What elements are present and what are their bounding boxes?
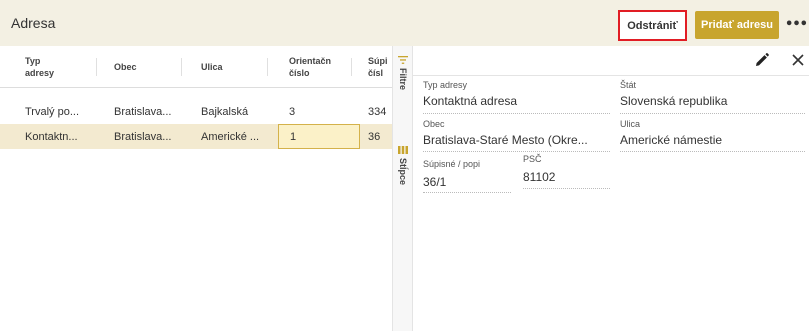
- field-label-city: Obec: [423, 119, 445, 129]
- columns-tab[interactable]: Stĺpce: [398, 158, 408, 185]
- address-grid: Typ adresy Obec Ulica Orientačn číslo Súpi…: [0, 46, 392, 331]
- field-value-city[interactable]: Bratislava-Staré Mesto (Okre...: [423, 133, 610, 147]
- pencil-icon[interactable]: [755, 53, 769, 67]
- cell-orientation-number: 3: [289, 105, 296, 118]
- field-value-street[interactable]: Americké námestie: [620, 133, 805, 147]
- column-header-orientation-number[interactable]: Orientačn číslo: [289, 46, 339, 88]
- side-tool-strip: Filtre Stĺpce: [392, 46, 413, 331]
- field-underline: [523, 188, 610, 189]
- columns-icon[interactable]: [398, 145, 408, 155]
- field-value-registry-number[interactable]: 36/1: [423, 175, 513, 189]
- field-label-street: Ulica: [620, 119, 641, 129]
- field-label-state: Štát: [620, 80, 637, 90]
- page-title: Adresa: [11, 15, 56, 31]
- detail-header: [413, 46, 809, 76]
- filters-tab[interactable]: Filtre: [398, 68, 408, 90]
- cell-city: Bratislava...: [114, 105, 172, 118]
- column-header-label: Ulica: [201, 62, 223, 72]
- column-separator[interactable]: [96, 58, 97, 76]
- column-header-registry-number[interactable]: Súpi čísl: [368, 46, 392, 88]
- table-row-selected[interactable]: Kontaktn... Bratislava... Americké ... 1…: [0, 124, 392, 149]
- field-underline: [620, 151, 805, 152]
- field-label-registry-number: Súpisné / popi: [423, 159, 481, 169]
- cell-orientation-number-focused[interactable]: 1: [278, 124, 360, 149]
- column-header-type[interactable]: Typ adresy: [25, 46, 85, 88]
- column-separator[interactable]: [267, 58, 268, 76]
- column-header-label: číslo: [289, 68, 310, 78]
- column-separator[interactable]: [181, 58, 182, 76]
- table-row[interactable]: Trvalý po... Bratislava... Bajkalská 3 3…: [0, 99, 392, 124]
- cell-type: Kontaktn...: [25, 130, 78, 143]
- cell-city: Bratislava...: [114, 130, 172, 143]
- cell-street: Bajkalská: [201, 105, 249, 118]
- field-underline: [423, 192, 511, 193]
- field-underline: [423, 113, 610, 114]
- column-header-label: adresy: [25, 68, 55, 78]
- toolbar: Adresa Odstrániť Pridať adresu •••: [0, 0, 809, 46]
- field-underline: [423, 151, 610, 152]
- cell-registry-number: 334: [368, 105, 387, 118]
- grid-header: Typ adresy Obec Ulica Orientačn číslo Súpi…: [0, 46, 392, 88]
- column-header-label: Súpi: [368, 56, 388, 66]
- column-header-city[interactable]: Obec: [114, 46, 174, 88]
- column-header-label: čísl: [368, 68, 384, 78]
- more-icon[interactable]: •••: [785, 13, 808, 35]
- filter-icon[interactable]: [398, 55, 408, 65]
- column-header-label: Orientačn: [289, 56, 332, 66]
- add-address-button[interactable]: Pridať adresu: [695, 11, 779, 39]
- field-underline: [620, 113, 805, 114]
- column-separator[interactable]: [351, 58, 352, 76]
- column-header-label: Typ: [25, 56, 41, 66]
- close-icon[interactable]: [792, 54, 804, 66]
- cell-registry-number: 36: [368, 130, 381, 143]
- cell-street: Americké ...: [201, 130, 260, 143]
- delete-button[interactable]: Odstrániť: [618, 10, 687, 41]
- column-header-label: Obec: [114, 62, 137, 72]
- field-value-type[interactable]: Kontaktná adresa: [423, 94, 603, 108]
- cell-type: Trvalý po...: [25, 105, 79, 118]
- field-value-zip[interactable]: 81102: [523, 170, 610, 184]
- field-value-state[interactable]: Slovenská republika: [620, 94, 805, 108]
- field-label-type: Typ adresy: [423, 80, 468, 90]
- detail-panel: Typ adresy Kontaktná adresa Štát Slovens…: [413, 46, 809, 331]
- column-header-street[interactable]: Ulica: [201, 46, 261, 88]
- field-label-zip: PSČ: [523, 154, 542, 164]
